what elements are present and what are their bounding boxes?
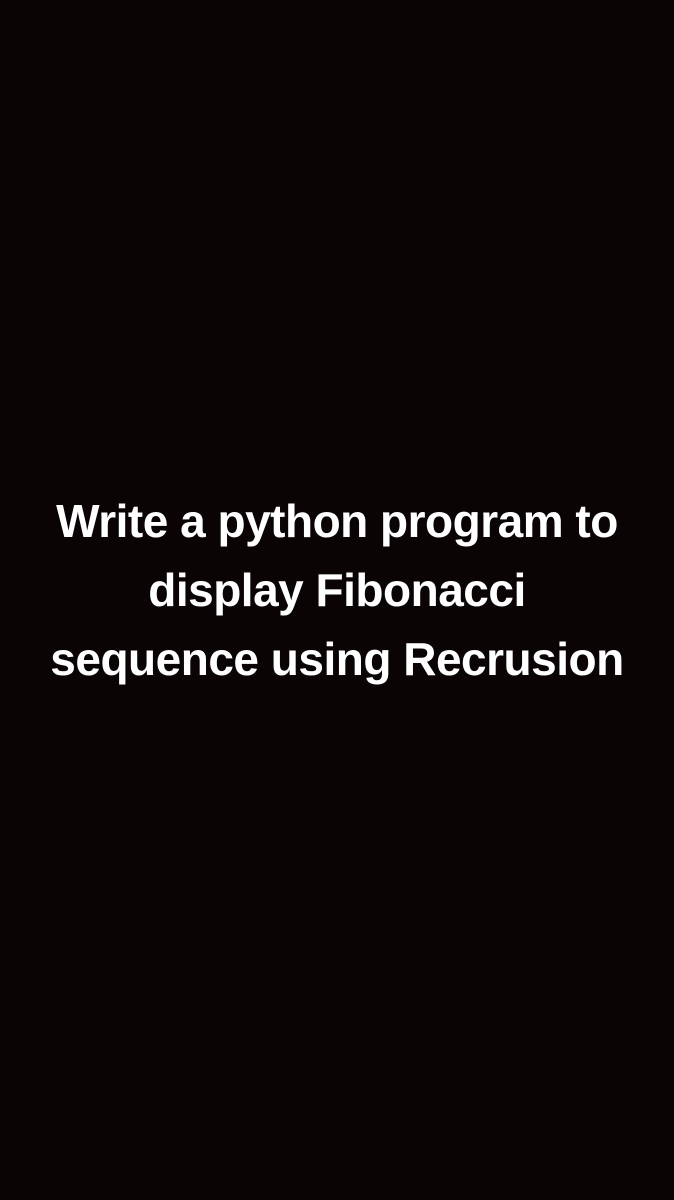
main-text: Write a python program to display Fibona… <box>0 487 674 694</box>
